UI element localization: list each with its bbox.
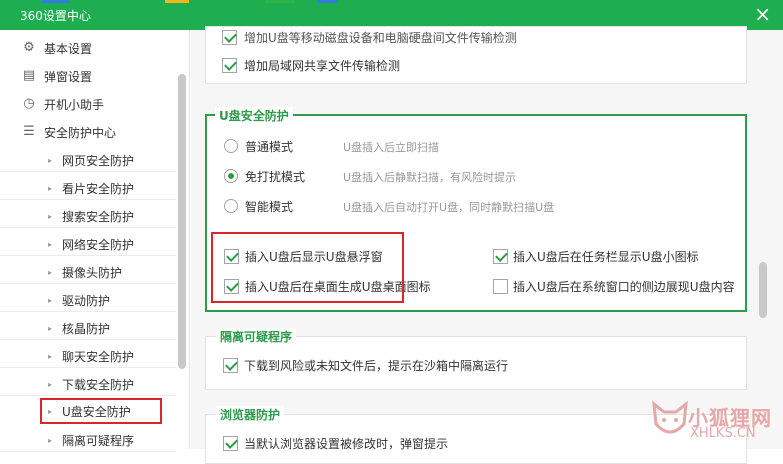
radio-normal-mode[interactable] [224, 139, 238, 153]
bullet-icon: ▸ [48, 184, 53, 193]
watermark-subtext: XHLKS.CN [690, 426, 756, 441]
option-label: 下载到风险或未知文件后，提示在沙箱中隔离运行 [244, 359, 509, 373]
sidebar-subitem-label: 网络安全防护 [62, 238, 135, 252]
bullet-icon: ▸ [48, 407, 53, 416]
timer-icon: ◷ [23, 96, 35, 111]
sidebar-subitem-label: 网页安全防护 [62, 154, 135, 168]
window-icon: ▤ [22, 68, 36, 83]
sidebar-subitem-label: 下载安全防护 [62, 378, 135, 392]
sidebar-subitem-label: 聊天安全防护 [62, 350, 135, 364]
color-strip-4 [318, 0, 338, 3]
checkbox[interactable] [222, 30, 237, 45]
list-icon: ☰ [23, 124, 35, 139]
sidebar-subitem-label: 隔离可疑程序 [62, 434, 135, 448]
window-title: 360设置中心 [20, 9, 91, 23]
sidebar-subitem-web[interactable]: ▸ 网页安全防护 [0, 148, 176, 172]
bullet-icon: ▸ [48, 240, 53, 249]
sidebar-item-label: 基本设置 [44, 41, 93, 56]
quarantine-panel: 隔离可疑程序 下载到风险或未知文件后，提示在沙箱中隔离运行 [205, 328, 747, 390]
bullet-icon: ▸ [48, 212, 53, 221]
sidebar-item-label: 开机小助手 [44, 97, 105, 112]
sidebar-subitem-label: 摄像头防护 [62, 266, 123, 280]
sidebar-item-label: 安全防护中心 [44, 125, 117, 140]
mode-description: U盘插入后立即扫描 [343, 141, 440, 154]
section-title: 隔离可疑程序 [216, 328, 297, 345]
content-scrollbar[interactable] [759, 262, 767, 318]
sidebar-subitem-camera[interactable]: ▸ 摄像头防护 [0, 260, 176, 284]
sidebar-item-startup[interactable]: ◷ 开机小助手 [22, 94, 104, 114]
mode-label: 智能模式 [245, 200, 294, 214]
checkbox[interactable] [493, 249, 508, 264]
sidebar-item-popup[interactable]: ▤ 弹窗设置 [22, 66, 92, 86]
highlight-box [211, 232, 404, 303]
sidebar-subitem-quarantine[interactable]: ▸ 隔离可疑程序 [0, 428, 176, 452]
sidebar-subitem-chat[interactable]: ▸ 聊天安全防护 [0, 344, 176, 368]
sidebar-subitem-label: U盘安全防护 [62, 405, 131, 419]
sidebar-subitem-search[interactable]: ▸ 搜索安全防护 [0, 204, 176, 228]
sidebar: ⚙ 基本设置 ▤ 弹窗设置 ◷ 开机小助手 ☰ 安全防护中心 ▸ 网页安全防护 ▸… [0, 30, 190, 452]
bullet-icon: ▸ [48, 156, 53, 165]
close-icon[interactable]: × [754, 3, 771, 25]
color-strip-2 [165, 0, 189, 3]
fox-logo-icon [652, 400, 688, 434]
sidebar-item-security-center[interactable]: ☰ 安全防护中心 [22, 122, 116, 142]
color-strip-3 [265, 0, 295, 3]
sidebar-item-label: 弹窗设置 [44, 69, 93, 84]
option-label: 插入U盘后在任务栏显示U盘小图标 [513, 250, 699, 264]
sidebar-subitem-core[interactable]: ▸ 核晶防护 [0, 316, 176, 340]
sidebar-item-basic[interactable]: ⚙ 基本设置 [22, 38, 92, 58]
sidebar-subitem-label: 搜索安全防护 [62, 210, 135, 224]
bullet-icon: ▸ [48, 268, 53, 277]
sidebar-subitem-label: 看片安全防护 [62, 182, 135, 196]
option-label: 插入U盘后在系统窗口的侧边展现U盘内容 [513, 280, 735, 294]
gear-icon: ⚙ [23, 40, 35, 55]
sidebar-subitem-usb[interactable]: ▸ U盘安全防护 [40, 398, 162, 424]
sidebar-subitem-video[interactable]: ▸ 看片安全防护 [0, 176, 176, 200]
sidebar-subitem-network[interactable]: ▸ 网络安全防护 [0, 232, 176, 256]
mode-description: U盘插入后静默扫描，有风险时提示 [343, 171, 517, 184]
file-transfer-panel: 增加U盘等移动磁盘设备和电脑硬盘间文件传输检测 增加局域网共享文件传输检测 [205, 26, 747, 84]
sidebar-scrollbar[interactable] [178, 74, 186, 369]
bullet-icon: ▸ [48, 324, 53, 333]
section-title: 浏览器防护 [216, 406, 285, 423]
color-strip-1 [42, 0, 70, 3]
option-label: 增加U盘等移动磁盘设备和电脑硬盘间文件传输检测 [244, 31, 517, 45]
bullet-icon: ▸ [48, 296, 53, 305]
checkbox[interactable] [222, 58, 237, 73]
sidebar-subitem-label: 核晶防护 [62, 322, 111, 336]
mode-label: 免打扰模式 [245, 170, 306, 184]
sidebar-subitem-label: 驱动防护 [62, 294, 111, 308]
section-title: U盘安全防护 [215, 107, 293, 124]
sidebar-subitem-driver[interactable]: ▸ 驱动防护 [0, 288, 176, 312]
option-label: 当默认浏览器设置被修改时，弹窗提示 [244, 437, 449, 451]
checkbox[interactable] [493, 279, 508, 294]
bullet-icon: ▸ [48, 380, 53, 389]
settings-content: 增加U盘等移动磁盘设备和电脑硬盘间文件传输检测 增加局域网共享文件传输检测 U盘… [191, 26, 783, 464]
bullet-icon: ▸ [48, 436, 53, 445]
radio-smart-mode[interactable] [224, 199, 238, 213]
mode-label: 普通模式 [245, 140, 294, 154]
option-label: 增加局域网共享文件传输检测 [244, 59, 401, 73]
mode-description: U盘插入后自动打开U盘，同时静默扫描U盘 [343, 201, 555, 214]
radio-quiet-mode[interactable] [224, 169, 238, 183]
checkbox[interactable] [223, 358, 238, 373]
sidebar-subitem-download[interactable]: ▸ 下载安全防护 [0, 372, 176, 396]
bullet-icon: ▸ [48, 352, 53, 361]
